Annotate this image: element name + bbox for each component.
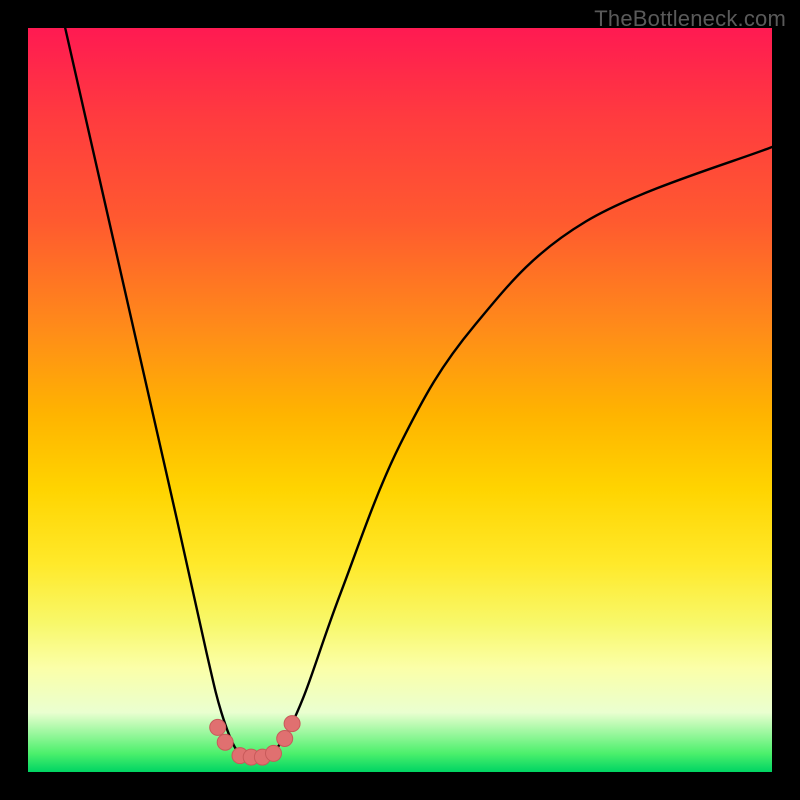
marker-dot — [284, 716, 300, 732]
bottleneck-curve — [28, 28, 772, 772]
highlight-markers — [210, 716, 300, 766]
marker-dot — [217, 734, 233, 750]
chart-frame: TheBottleneck.com — [0, 0, 800, 800]
marker-dot — [277, 731, 293, 747]
marker-dot — [210, 719, 226, 735]
plot-area — [28, 28, 772, 772]
marker-dot — [266, 745, 282, 761]
watermark-text: TheBottleneck.com — [594, 6, 786, 32]
